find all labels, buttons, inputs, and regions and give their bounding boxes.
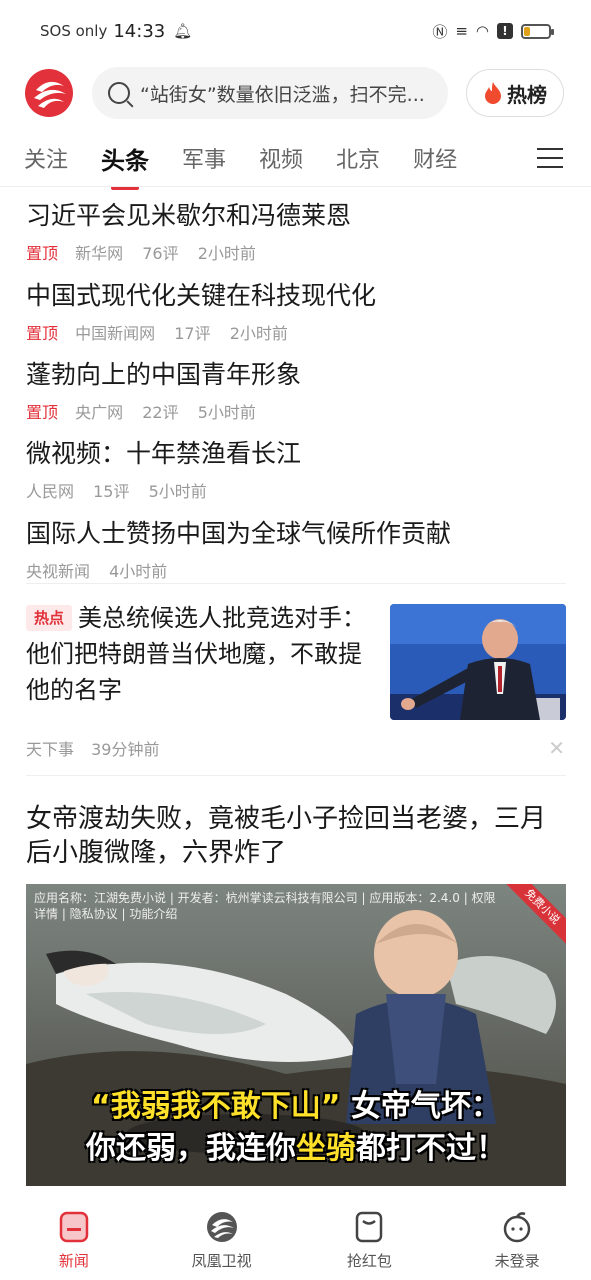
nav-tv-label: 凤凰卫视: [191, 1252, 252, 1270]
hot-list-button[interactable]: 热榜: [466, 69, 564, 117]
vibrate-icon: ≡: [455, 22, 468, 40]
ad-image[interactable]: 应用名称：江湖免费小说 | 开发者：杭州掌读云科技有限公司 | 应用版本：2.4…: [26, 884, 566, 1186]
ad-caption-text: 女帝气坏：: [350, 1089, 501, 1124]
news-thumbnail-image[interactable]: [390, 604, 566, 720]
nav-phoenix-tv[interactable]: 凤凰卫视: [148, 1196, 296, 1280]
tabs-divider: [0, 186, 591, 187]
ad-caption-text: 都打不过！: [356, 1131, 506, 1166]
news-source: 央广网: [75, 403, 124, 422]
tab-beijing[interactable]: 北京: [336, 142, 380, 174]
tab-follow[interactable]: 关注: [24, 142, 68, 174]
ad-caption-text: 你还弱，我连你: [86, 1131, 296, 1166]
news-source: 中国新闻网: [75, 324, 156, 343]
pin-badge: 置顶: [26, 244, 59, 263]
news-title[interactable]: 蓬勃向上的中国青年形象: [26, 355, 566, 391]
ad-caption: “我弱我不敢下山” 女帝气坏： 你还弱，我连你坐骑都打不过！: [26, 1086, 566, 1170]
search-placeholder: “站街女”数量依旧泛滥，扫不完...: [140, 83, 425, 106]
red-packet-icon: [356, 1211, 383, 1243]
ad-caption-line-1: “我弱我不敢下山” 女帝气坏：: [26, 1086, 566, 1128]
news-meta: 人民网 15评 5小时前: [26, 478, 566, 502]
wifi-icon: ◠: [475, 22, 489, 40]
tab-video[interactable]: 视频: [259, 142, 303, 174]
list-divider: [26, 775, 566, 776]
ifeng-logo-icon[interactable]: [24, 68, 74, 118]
news-meta: 置顶 央广网 22评 5小时前: [26, 399, 566, 423]
news-comments: 17评: [174, 324, 211, 343]
profile-icon: [503, 1212, 531, 1243]
news-time: 5小时前: [148, 482, 207, 501]
ad-title[interactable]: 女帝渡劫失败，竟被毛小子捡回当老婆，三月后小腹微隆，六界炸了: [26, 802, 566, 870]
search-icon: [108, 82, 130, 104]
bottom-nav: 新闻 凤凰卫视 抢红包 未登录: [0, 1196, 591, 1280]
channel-tabs: 关注 头条 军事 视频 北京 财经: [0, 130, 591, 190]
news-source: 新华网: [75, 244, 124, 263]
carrier-text: SOS only: [40, 22, 108, 40]
alert-icon: !: [497, 23, 513, 39]
clock: 14:33: [113, 20, 166, 42]
hot-news-card[interactable]: 热点 美总统候选人批竞选对手：他们把特朗普当伏地魔，不敢提他的名字: [26, 600, 566, 720]
hot-news-title[interactable]: 美总统候选人批竞选对手：他们把特朗普当伏地魔，不敢提他的名字: [26, 604, 366, 704]
flame-icon: [485, 82, 501, 104]
battery-fill: [524, 26, 530, 36]
news-source: 天下事: [26, 740, 75, 759]
nav-red-packet[interactable]: 抢红包: [296, 1196, 444, 1280]
news-title[interactable]: 习近平会见米歇尔和冯德莱恩: [26, 196, 566, 232]
bell-icon: 🔔︎: [173, 22, 193, 40]
hot-list-label: 热榜: [507, 82, 547, 107]
news-meta: 置顶 新华网 76评 2小时前: [26, 240, 566, 264]
pin-badge: 置顶: [26, 324, 59, 343]
ad-caption-line-2: 你还弱，我连你坐骑都打不过！: [26, 1128, 566, 1170]
tab-finance[interactable]: 财经: [413, 142, 457, 174]
news-time: 4小时前: [109, 562, 168, 581]
nav-news-label: 新闻: [58, 1252, 89, 1270]
news-time: 2小时前: [229, 324, 288, 343]
news-time: 5小时前: [197, 403, 256, 422]
menu-icon[interactable]: [537, 148, 563, 168]
ad-caption-highlight: “我弱我不敢下山”: [91, 1089, 341, 1124]
nav-red-packet-label: 抢红包: [346, 1252, 392, 1270]
ad-caption-highlight: 坐骑: [296, 1131, 356, 1166]
nfc-icon: Ⓝ: [432, 22, 448, 41]
pin-badge: 置顶: [26, 403, 59, 422]
news-item[interactable]: 中国式现代化关键在科技现代化 置顶 中国新闻网 17评 2小时前: [26, 276, 566, 344]
news-icon: [59, 1211, 89, 1243]
news-time: 2小时前: [197, 244, 256, 263]
nav-news[interactable]: 新闻: [0, 1196, 148, 1280]
status-bar: SOS only 14:33 🔔︎ Ⓝ ≡ ◠ !: [0, 0, 591, 62]
news-comments: 15评: [93, 482, 130, 501]
phoenix-tv-icon: [206, 1212, 237, 1242]
news-time: 39分钟前: [91, 740, 160, 759]
dismiss-icon[interactable]: ✕: [548, 736, 565, 760]
news-item[interactable]: 微视频：十年禁渔看长江 人民网 15评 5小时前: [26, 434, 566, 502]
search-input[interactable]: “站街女”数量依旧泛滥，扫不完...: [92, 67, 448, 119]
hot-badge: 热点: [26, 605, 73, 631]
news-title[interactable]: 国际人士赞扬中国为全球气候所作贡献: [26, 514, 566, 550]
news-source: 人民网: [26, 482, 75, 501]
news-source: 央视新闻: [26, 562, 91, 581]
news-item[interactable]: 习近平会见米歇尔和冯德莱恩 置顶 新华网 76评 2小时前: [26, 196, 566, 264]
tab-headlines[interactable]: 头条: [101, 141, 149, 190]
news-title[interactable]: 中国式现代化关键在科技现代化: [26, 276, 566, 312]
hot-news-title-wrap[interactable]: 热点 美总统候选人批竞选对手：他们把特朗普当伏地魔，不敢提他的名字: [26, 600, 366, 708]
news-item[interactable]: 国际人士赞扬中国为全球气候所作贡献 央视新闻 4小时前: [26, 514, 566, 582]
news-comments: 76评: [142, 244, 179, 263]
list-divider: [26, 583, 566, 584]
news-meta: 置顶 中国新闻网 17评 2小时前: [26, 320, 566, 344]
news-meta: 央视新闻 4小时前: [26, 558, 566, 582]
nav-profile[interactable]: 未登录: [443, 1196, 591, 1280]
nav-profile-label: 未登录: [494, 1252, 540, 1270]
header: “站街女”数量依旧泛滥，扫不完... 热榜: [0, 62, 591, 124]
tab-military[interactable]: 军事: [182, 142, 226, 174]
ad-app-info[interactable]: 应用名称：江湖免费小说 | 开发者：杭州掌读云科技有限公司 | 应用版本：2.4…: [34, 890, 506, 922]
tab-fade: [495, 130, 535, 186]
battery-icon: [521, 23, 554, 39]
news-item[interactable]: 蓬勃向上的中国青年形象 置顶 央广网 22评 5小时前: [26, 355, 566, 423]
news-title[interactable]: 微视频：十年禁渔看长江: [26, 434, 566, 470]
status-icons: Ⓝ ≡ ◠ !: [432, 21, 554, 42]
hot-news-meta: 天下事 39分钟前: [26, 736, 171, 760]
news-comments: 22评: [142, 403, 179, 422]
